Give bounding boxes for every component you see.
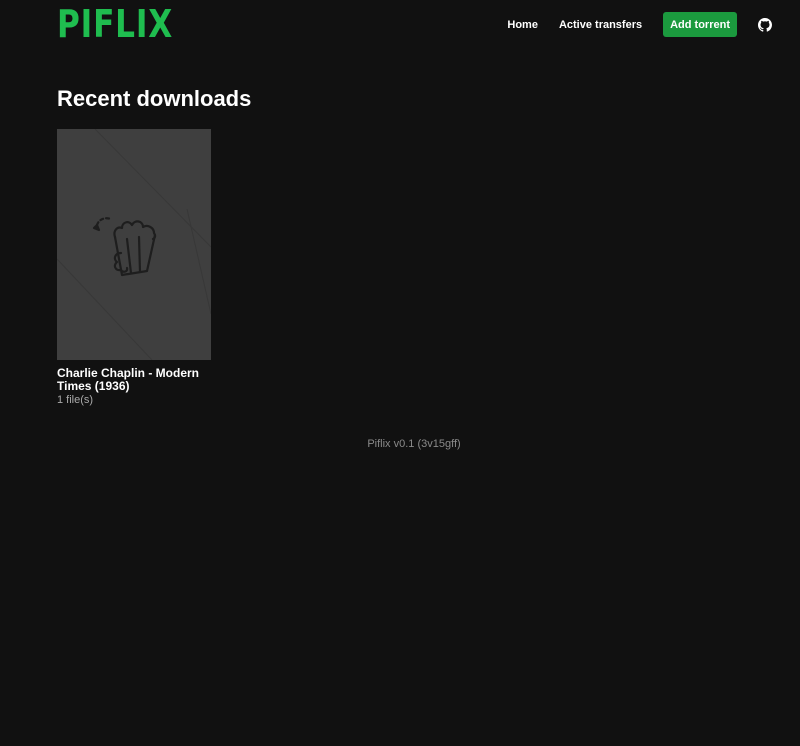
footer-version: Piflix v0.1 (3v15gff) bbox=[367, 438, 461, 450]
page: PIFLIX Home Active transfers Add torrent… bbox=[0, 0, 800, 746]
github-icon[interactable] bbox=[758, 17, 772, 32]
nav-home-link[interactable]: Home bbox=[507, 19, 538, 31]
header: PIFLIX Home Active transfers Add torrent bbox=[0, 0, 800, 48]
download-title[interactable]: Charlie Chaplin - Modern Times (1936) bbox=[57, 367, 211, 393]
piflix-logo[interactable]: PIFLIX bbox=[57, 4, 173, 44]
download-file-count: 1 file(s) bbox=[57, 394, 94, 406]
download-card[interactable]: Charlie Chaplin - Modern Times (1936) 1 … bbox=[57, 129, 211, 407]
top-nav: Home Active transfers Add torrent bbox=[507, 12, 772, 37]
poster-placeholder[interactable] bbox=[57, 129, 211, 360]
nav-active-transfers-link[interactable]: Active transfers bbox=[559, 19, 642, 31]
recent-downloads-title: Recent downloads bbox=[57, 86, 252, 111]
popcorn-icon bbox=[92, 217, 157, 277]
add-torrent-button[interactable]: Add torrent bbox=[663, 12, 737, 37]
